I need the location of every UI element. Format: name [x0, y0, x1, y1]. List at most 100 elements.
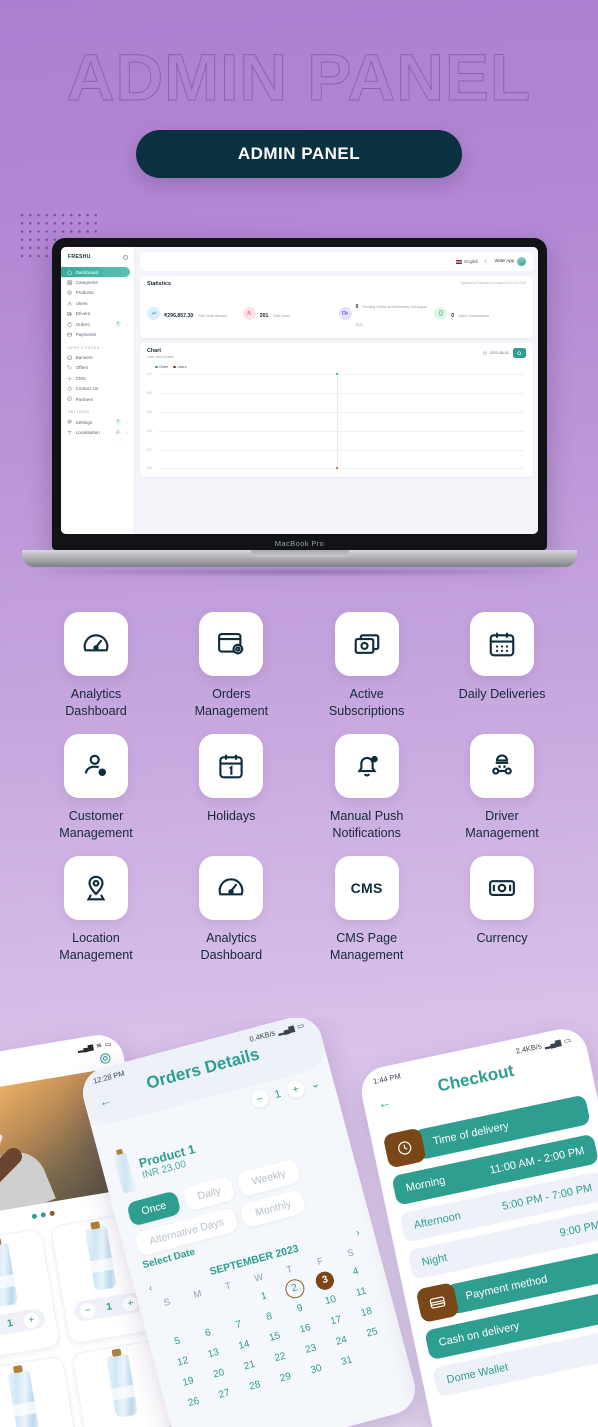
gridline [158, 412, 524, 413]
clock-icon [382, 1127, 427, 1169]
chevron-down-icon[interactable]: ⌄ [309, 1077, 321, 1092]
sidebar-item-contact-us[interactable]: Contact Us [61, 383, 134, 393]
stat-active-subscriptions: 0 Active Subscriptions [434, 295, 526, 331]
feature-row: Customer Management Holidays Manual Push N… [40, 734, 558, 842]
sidebar-item-dashboard[interactable]: Dashboard [61, 267, 130, 278]
sidebar-collapse-icon[interactable] [123, 254, 128, 260]
feature-analytics-dashboard-2[interactable]: Analytics Dashboard [175, 856, 287, 964]
sidebar-item-label: Contact Us [75, 386, 99, 392]
y-tick: 0.6 [147, 410, 152, 414]
feature-daily-deliveries[interactable]: Daily Deliveries [446, 612, 558, 720]
increment-button[interactable]: + [22, 1311, 41, 1329]
sidebar-item-users[interactable]: Users [61, 298, 134, 308]
language-selector[interactable]: English [456, 259, 478, 264]
product-card[interactable]: − 1 + [0, 1228, 61, 1362]
feature-tile[interactable] [334, 612, 399, 676]
sidebar-item-localisation[interactable]: Localisation 2 › [61, 427, 134, 438]
feature-tile[interactable] [199, 612, 264, 676]
sidebar-badge-settings: 9 [114, 419, 122, 425]
feature-tile[interactable] [64, 612, 128, 676]
option-label: Dome Wallet [445, 1361, 510, 1387]
user-icon [67, 301, 72, 306]
statistics-card: Statistics Updated at Tuesday 1st August… [140, 276, 533, 338]
user-menu[interactable]: Water App [495, 257, 526, 266]
feature-tile[interactable] [64, 734, 128, 798]
laptop-shadow [39, 567, 560, 577]
feature-analytics-dashboard[interactable]: Analytics Dashboard [40, 612, 152, 720]
laptop-mockup: FRESHU Dashboard Categories Products Use… [22, 238, 577, 577]
chart-search-button[interactable] [513, 348, 526, 358]
feature-tile[interactable] [64, 856, 128, 920]
decrement-button[interactable]: − [79, 1301, 97, 1319]
chart-plot-area: 1.0 0.8 0.6 0.4 0.2 0.0 [147, 372, 526, 470]
water-bottle [0, 1125, 4, 1147]
sidebar-item-orders[interactable]: Orders 5 › [61, 319, 134, 330]
sidebar-item-partners[interactable]: Partners [61, 394, 134, 404]
sidebar-item-label: Dashboard [75, 269, 99, 275]
chip-once[interactable]: Once [126, 1190, 182, 1227]
stat-label: Total Order Amount [197, 314, 227, 318]
feature-tile[interactable] [334, 734, 399, 798]
feature-tile[interactable] [199, 734, 264, 798]
feature-tile[interactable] [469, 856, 534, 920]
sidebar-item-cms[interactable]: CMS [61, 373, 134, 383]
hero-pill-title: ADMIN PANEL [136, 130, 462, 178]
gear-icon[interactable] [98, 1051, 113, 1066]
stat-value: 0 [451, 313, 455, 319]
feature-currency[interactable]: Currency [446, 856, 558, 964]
sidebar-item-payments[interactable]: Payments [61, 329, 134, 339]
feature-grid: Analytics Dashboard Orders Management Acti… [0, 612, 598, 978]
calendar-next-button[interactable]: › [355, 1227, 361, 1238]
admin-topbar: English ☾ Water App [140, 252, 533, 271]
feature-driver-management[interactable]: Driver Management [446, 734, 558, 842]
y-tick: 0.8 [147, 391, 152, 395]
gridline [158, 374, 524, 375]
sidebar-item-categories[interactable]: Categories [61, 277, 134, 287]
chevron-right-icon: › [126, 430, 128, 436]
laptop-base [22, 550, 577, 567]
feature-tile[interactable] [469, 734, 534, 798]
feature-manual-push-notifications[interactable]: Manual Push Notifications [311, 734, 423, 842]
chart-date-value: 2023-08-01 [489, 351, 509, 355]
sidebar-logo[interactable]: FRESHU [61, 254, 134, 267]
sidebar-badge-localisation: 2 [114, 429, 122, 436]
sidebar-item-products[interactable]: Products [61, 288, 134, 298]
sidebar-item-banners[interactable]: Banners [61, 352, 134, 362]
clipboard-icon [67, 322, 72, 327]
feature-orders-management[interactable]: Orders Management [175, 612, 287, 720]
feature-caption: Daily Deliveries [458, 687, 546, 701]
feature-tile[interactable] [469, 612, 534, 676]
feature-holidays[interactable]: Holidays [175, 734, 287, 842]
quantity-stepper[interactable]: − 1 + [73, 1291, 146, 1323]
moon-icon[interactable]: ☾ [484, 259, 488, 265]
chart-date-input[interactable]: 2023-08-01 [483, 351, 509, 355]
card-icon [67, 332, 72, 337]
quantity-stepper[interactable]: − 1 + [0, 1307, 47, 1339]
sidebar-item-drivers[interactable]: Drivers [61, 309, 134, 319]
carousel-dot[interactable] [39, 1212, 46, 1218]
sidebar-item-settings[interactable]: Settings 9 › [61, 417, 134, 428]
product-card[interactable] [0, 1355, 82, 1427]
carousel-dot[interactable] [31, 1213, 37, 1220]
chip-daily[interactable]: Daily [182, 1175, 237, 1212]
statistics-title: Statistics [147, 281, 171, 287]
feature-location-management[interactable]: Location Management [40, 856, 152, 964]
stacked-cards-icon [354, 634, 379, 654]
sidebar-item-label: Orders [75, 321, 90, 327]
user-name: Water App [494, 258, 514, 264]
feature-cms-page-management[interactable]: CMS CMS Page Management [311, 856, 423, 964]
feature-tile[interactable] [199, 856, 264, 920]
tag-icon [67, 365, 72, 370]
feature-caption: Customer Management [59, 809, 133, 840]
calendar-prev-button[interactable]: ‹ [147, 1282, 153, 1293]
feature-customer-management[interactable]: Customer Management [40, 734, 152, 842]
feature-active-subscriptions[interactable]: Active Subscriptions [311, 612, 423, 720]
sidebar-item-offers[interactable]: Offers [61, 363, 134, 373]
gridline [158, 450, 524, 451]
sidebar-item-label: Payments [75, 332, 97, 338]
cms-text-icon: CMS [350, 880, 383, 896]
signal-icon: ▂▄▆ [77, 1043, 94, 1054]
carousel-dot[interactable] [48, 1210, 55, 1217]
grid-icon [67, 280, 72, 285]
feature-tile[interactable]: CMS [334, 856, 399, 920]
